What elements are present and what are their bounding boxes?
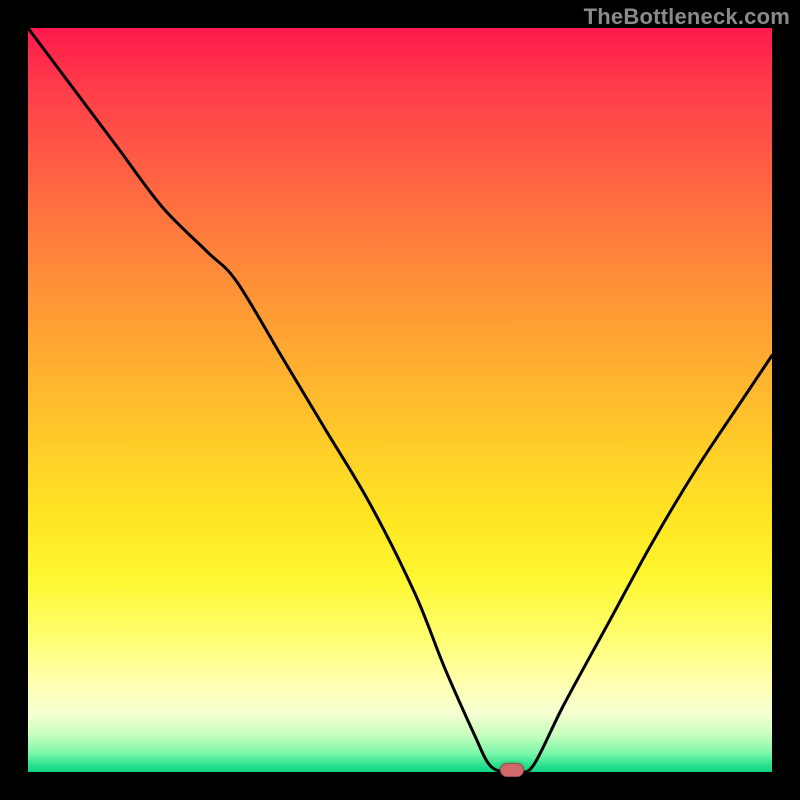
curve-path [28, 28, 772, 772]
plot-area [28, 28, 772, 772]
chart-frame: TheBottleneck.com [0, 0, 800, 800]
watermark-text: TheBottleneck.com [584, 4, 790, 30]
optimal-balance-marker [500, 763, 524, 777]
bottleneck-curve [28, 28, 772, 772]
